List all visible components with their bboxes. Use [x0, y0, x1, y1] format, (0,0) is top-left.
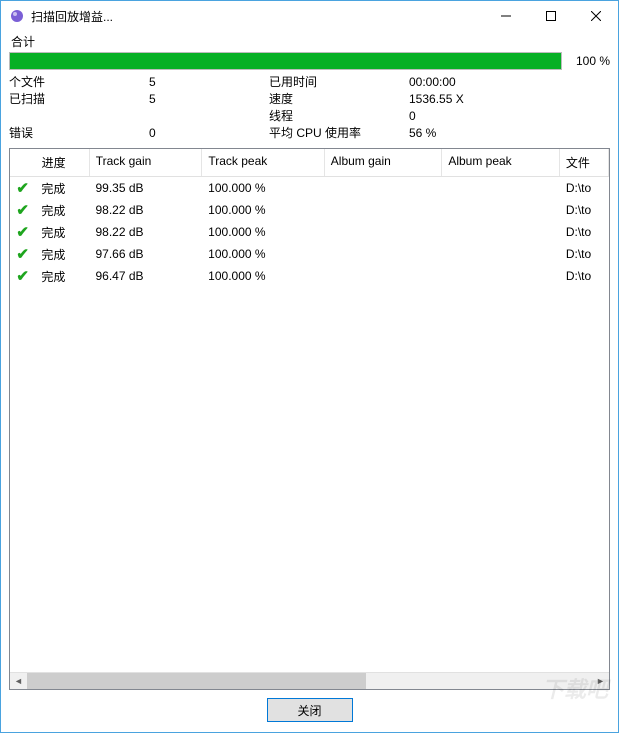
checkmark-icon: ✔: [16, 179, 29, 197]
total-progress-percent: 100 %: [568, 54, 610, 68]
total-progressbar: [9, 52, 562, 70]
cpu-value: 56 %: [409, 125, 610, 142]
horizontal-scrollbar[interactable]: ◄ ►: [10, 672, 609, 689]
track-gain-cell: 98.22 dB: [89, 203, 202, 217]
table-row[interactable]: ✔ 完成97.66 dB100.000 % D:\to: [10, 243, 609, 265]
scrollbar-track[interactable]: [27, 673, 592, 690]
total-progress-row: 100 %: [9, 52, 610, 70]
track-gain-cell: 97.66 dB: [89, 247, 202, 261]
track-gain-cell: 96.47 dB: [89, 269, 202, 283]
table-body: ✔完成99.35 dB100.000 %D:\to✔完成98.22 dB100.…: [10, 177, 609, 672]
close-button[interactable]: 关闭: [267, 698, 353, 722]
files-value: 5: [149, 74, 269, 91]
track-peak-cell: 100.000 %: [202, 269, 324, 283]
scroll-left-icon[interactable]: ◄: [10, 673, 27, 690]
speed-label: 速度: [269, 91, 409, 108]
scroll-right-icon[interactable]: ►: [592, 673, 609, 690]
total-label: 合计: [9, 31, 610, 52]
threads-label: 线程: [269, 108, 409, 125]
status-cell: ✔: [10, 223, 35, 241]
file-cell: D:\to: [560, 203, 609, 217]
file-cell: D:\to: [560, 247, 609, 261]
scrollbar-thumb[interactable]: [27, 673, 366, 690]
track-peak-cell: 100.000 %: [202, 247, 324, 261]
titlebar: 扫描回放增益...: [1, 1, 618, 31]
checkmark-icon: ✔: [16, 223, 29, 241]
scanned-value: 5: [149, 91, 269, 108]
file-cell: D:\to: [560, 225, 609, 239]
status-cell: ✔: [10, 201, 35, 219]
file-cell: D:\to: [560, 181, 609, 195]
app-window: 扫描回放增益... 合计 100 % 个文件 已扫描: [0, 0, 619, 733]
progress-cell: 完成: [35, 246, 89, 263]
elapsed-value: 00:00:00: [409, 74, 610, 91]
errors-label: 错误: [9, 125, 149, 142]
col-album-peak[interactable]: Album peak: [442, 149, 560, 176]
checkmark-icon: ✔: [16, 201, 29, 219]
table-row[interactable]: ✔ 完成99.35 dB100.000 % D:\to: [10, 177, 609, 199]
file-cell: D:\to: [560, 269, 609, 283]
col-status[interactable]: [10, 149, 36, 176]
table-row[interactable]: ✔ 完成98.22 dB100.000 % D:\to: [10, 199, 609, 221]
checkmark-icon: ✔: [16, 267, 29, 285]
col-progress[interactable]: 进度: [36, 149, 90, 176]
track-peak-cell: 100.000 %: [202, 203, 324, 217]
errors-value: 0: [149, 125, 269, 142]
window-title: 扫描回放增益...: [31, 8, 483, 25]
table-row[interactable]: ✔ 完成96.47 dB100.000 % D:\to: [10, 265, 609, 287]
scanned-label: 已扫描: [9, 91, 149, 108]
col-track-gain[interactable]: Track gain: [90, 149, 203, 176]
track-gain-cell: 99.35 dB: [89, 181, 202, 195]
elapsed-label: 已用时间: [269, 74, 409, 91]
threads-value: 0: [409, 108, 610, 125]
status-cell: ✔: [10, 245, 35, 263]
speed-value: 1536.55 X: [409, 91, 610, 108]
total-progressbar-fill: [10, 53, 561, 69]
track-peak-cell: 100.000 %: [202, 225, 324, 239]
content-area: 合计 100 % 个文件 已扫描 错误 5 5 0 已用时间 速度: [1, 31, 618, 732]
results-table: 进度 Track gain Track peak Album gain Albu…: [9, 148, 610, 690]
minimize-button[interactable]: [483, 1, 528, 31]
files-label: 个文件: [9, 74, 149, 91]
col-track-peak[interactable]: Track peak: [202, 149, 324, 176]
progress-cell: 完成: [35, 224, 89, 241]
close-window-button[interactable]: [573, 1, 618, 31]
status-cell: ✔: [10, 267, 35, 285]
table-row[interactable]: ✔ 完成98.22 dB100.000 % D:\to: [10, 221, 609, 243]
stats-grid: 个文件 已扫描 错误 5 5 0 已用时间 速度 线程 平均 CPU 使用率 0…: [9, 74, 610, 142]
checkmark-icon: ✔: [16, 245, 29, 263]
progress-cell: 完成: [35, 268, 89, 285]
status-cell: ✔: [10, 179, 35, 197]
track-gain-cell: 98.22 dB: [89, 225, 202, 239]
progress-cell: 完成: [35, 202, 89, 219]
col-file[interactable]: 文件: [560, 149, 609, 176]
table-header: 进度 Track gain Track peak Album gain Albu…: [10, 149, 609, 177]
col-album-gain[interactable]: Album gain: [325, 149, 443, 176]
progress-cell: 完成: [35, 180, 89, 197]
cpu-label: 平均 CPU 使用率: [269, 125, 409, 142]
window-controls: [483, 1, 618, 31]
app-icon: [9, 8, 25, 24]
maximize-button[interactable]: [528, 1, 573, 31]
track-peak-cell: 100.000 %: [202, 181, 324, 195]
footer: 关闭: [9, 690, 610, 724]
